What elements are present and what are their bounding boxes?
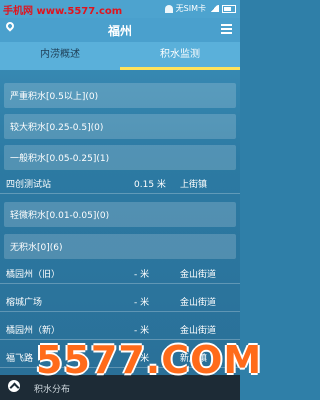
table-row[interactable]: 四创测试站 0.15 米 上街镇: [0, 172, 240, 194]
tab-bar: 内涝概述 积水监测: [0, 42, 240, 70]
group-none-label: 无积水[0](6): [10, 243, 63, 253]
table-row[interactable]: 橘园州（新） - 米 金山街道: [0, 318, 240, 340]
station-name: 榕城广场: [6, 298, 43, 308]
table-row[interactable]: 榕城广场 - 米 金山街道: [0, 290, 240, 312]
table-row[interactable]: 橘园州（旧） - 米 金山街道: [0, 262, 240, 284]
group-severe-label: 严重积水[0.5以上](0): [10, 92, 99, 102]
wifi-icon: [164, 4, 173, 13]
carrier-label: 无SIM卡: [175, 4, 206, 13]
station-name: 四创测试站: [6, 180, 52, 190]
group-severe[interactable]: 严重积水[0.5以上](0): [4, 83, 236, 108]
title-bar: 福州: [0, 18, 240, 42]
station-area: 金山街道: [180, 326, 217, 336]
signal-icon: [209, 5, 219, 12]
bottom-bar-label: 积水分布: [34, 385, 71, 395]
station-value: - 米: [134, 326, 150, 336]
station-area: 金山街道: [180, 270, 217, 280]
watermark-logo: 5577.COM: [36, 338, 263, 382]
tab-overview-label: 内涝概述: [40, 49, 80, 60]
group-general-label: 一般积水[0.05-0.25](1): [10, 154, 110, 164]
group-general[interactable]: 一般积水[0.05-0.25](1): [4, 145, 236, 170]
tab-monitoring[interactable]: 积水监测: [120, 42, 240, 70]
tab-overview[interactable]: 内涝概述: [0, 42, 120, 70]
page-title: 福州: [107, 24, 132, 38]
station-value: 0.15 米: [134, 180, 166, 190]
group-slight[interactable]: 轻微积水[0.01-0.05](0): [4, 202, 236, 227]
watermark-text: 手机网 www.5577.com: [3, 6, 123, 17]
station-name: 橘园州（新）: [6, 326, 61, 336]
group-large[interactable]: 较大积水[0.25-0.5](0): [4, 114, 236, 139]
station-area: 上街镇: [180, 180, 208, 190]
group-large-label: 较大积水[0.25-0.5](0): [10, 123, 104, 133]
chevron-up-icon[interactable]: [8, 380, 20, 392]
group-none[interactable]: 无积水[0](6): [4, 234, 236, 259]
tab-monitoring-label: 积水监测: [160, 49, 200, 60]
active-tab-indicator: [120, 67, 240, 70]
status-icons: 无SIM卡: [164, 3, 236, 14]
station-area: 金山街道: [180, 298, 217, 308]
group-slight-label: 轻微积水[0.01-0.05](0): [10, 211, 110, 221]
station-value: - 米: [134, 298, 150, 308]
station-name: 橘园州（旧）: [6, 270, 61, 280]
status-bar: 手机网 www.5577.com 无SIM卡: [0, 0, 240, 18]
battery-icon: [222, 4, 236, 13]
station-value: - 米: [134, 270, 150, 280]
menu-icon[interactable]: [221, 24, 232, 34]
